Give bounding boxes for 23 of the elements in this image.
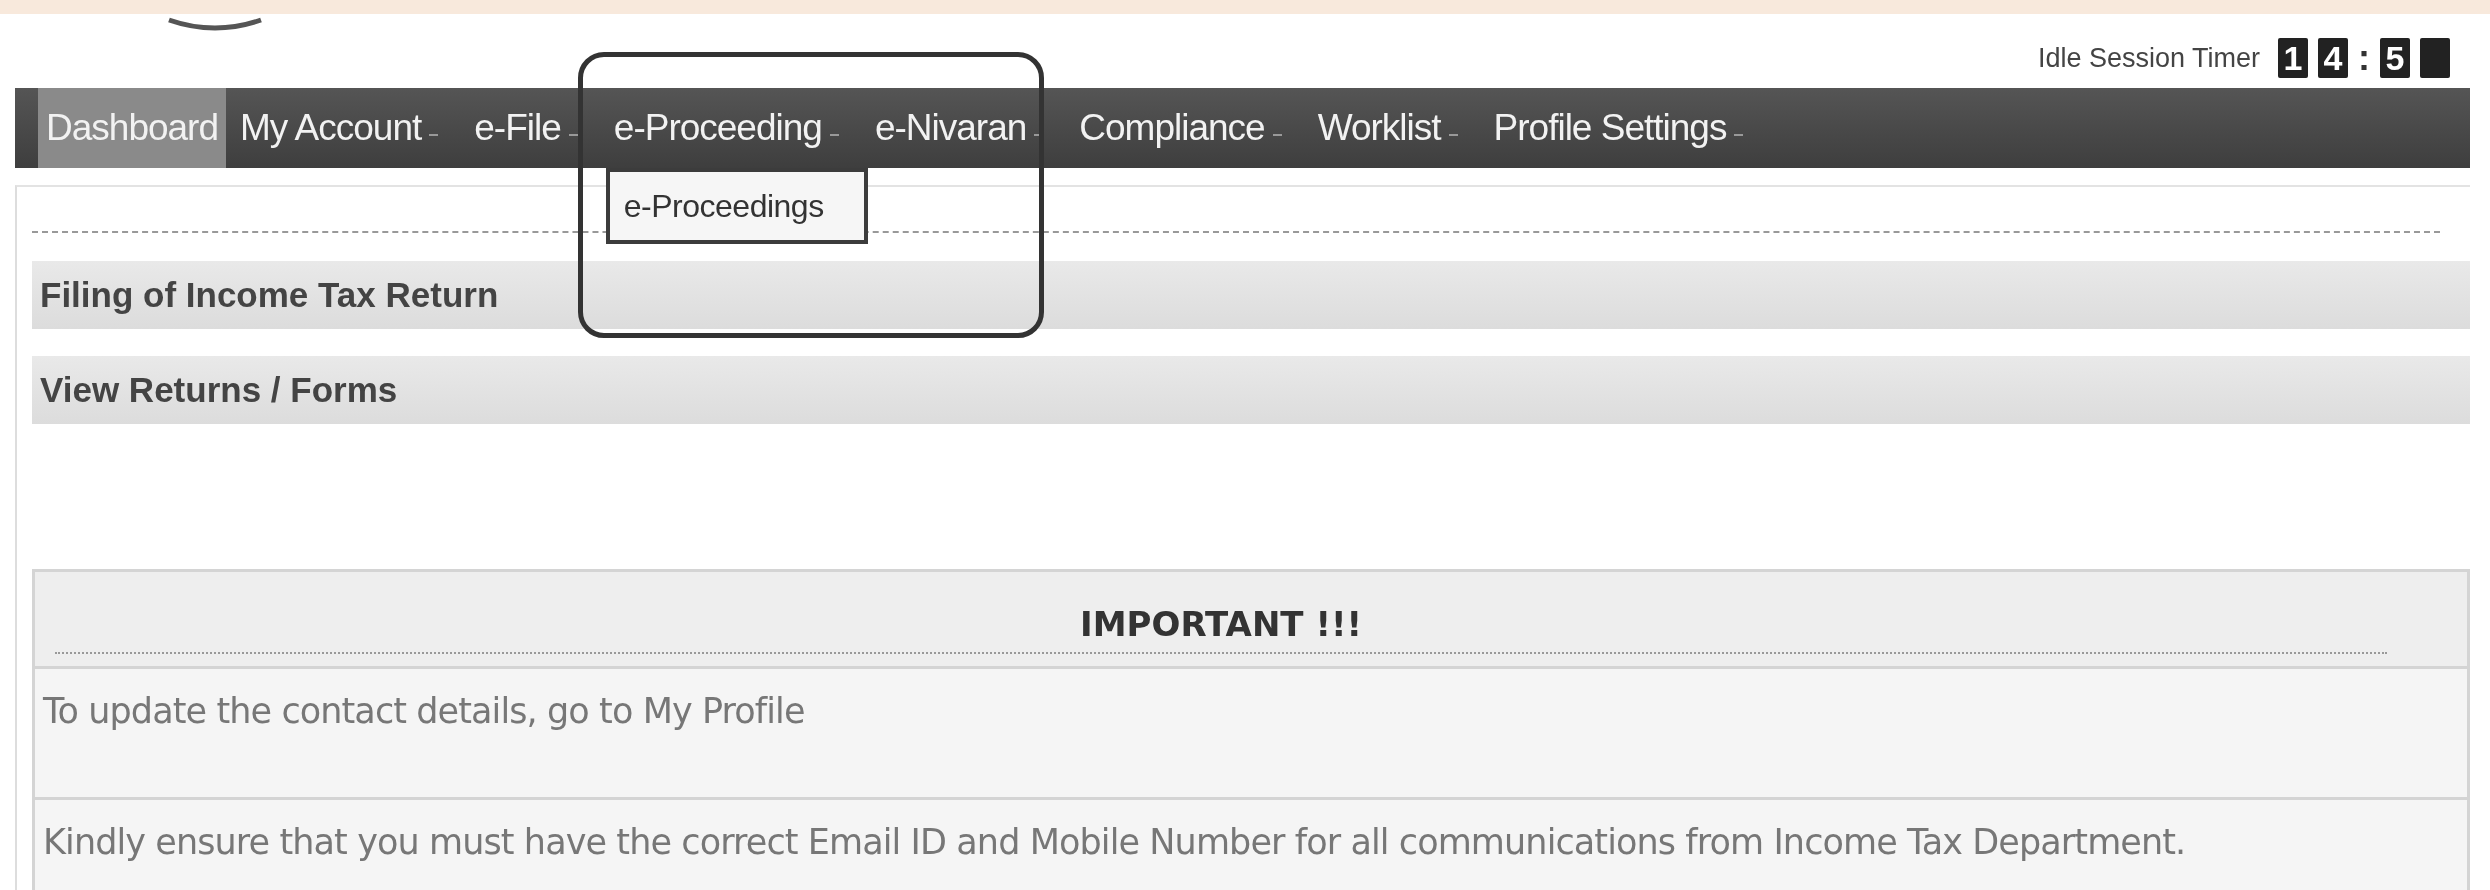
caret-icon bbox=[1448, 134, 1458, 136]
caret-icon bbox=[1734, 134, 1744, 136]
nav-item[interactable]: Compliance bbox=[1065, 88, 1304, 168]
nav-item[interactable]: My Account bbox=[226, 88, 461, 168]
nav-item[interactable]: Profile Settings bbox=[1479, 88, 1766, 168]
caret-icon bbox=[1272, 134, 1282, 136]
timer-digit bbox=[2420, 38, 2450, 78]
dropdown-item[interactable]: e-Proceedings bbox=[609, 187, 824, 225]
section-header[interactable]: View Returns / Forms bbox=[32, 356, 2470, 424]
caret-icon bbox=[829, 134, 839, 136]
timer-digit: 1 bbox=[2278, 38, 2308, 78]
nav-item[interactable]: e-Nivaran bbox=[860, 88, 1066, 168]
idle-timer-label: Idle Session Timer bbox=[2037, 42, 2260, 74]
nav-item[interactable]: Worklist bbox=[1303, 88, 1480, 168]
notice-title: IMPORTANT !!! bbox=[55, 604, 2387, 654]
caret-icon bbox=[568, 134, 578, 136]
caret-icon bbox=[429, 134, 439, 136]
timer-digit: 5 bbox=[2380, 38, 2410, 78]
section-header[interactable]: Filing of Income Tax Return bbox=[32, 261, 2470, 329]
timer-colon: : bbox=[2358, 40, 2370, 76]
timer-digit: 4 bbox=[2318, 38, 2348, 78]
nav-item[interactable]: e-File bbox=[460, 88, 600, 168]
nav-item[interactable]: e-Proceeding bbox=[599, 88, 861, 168]
